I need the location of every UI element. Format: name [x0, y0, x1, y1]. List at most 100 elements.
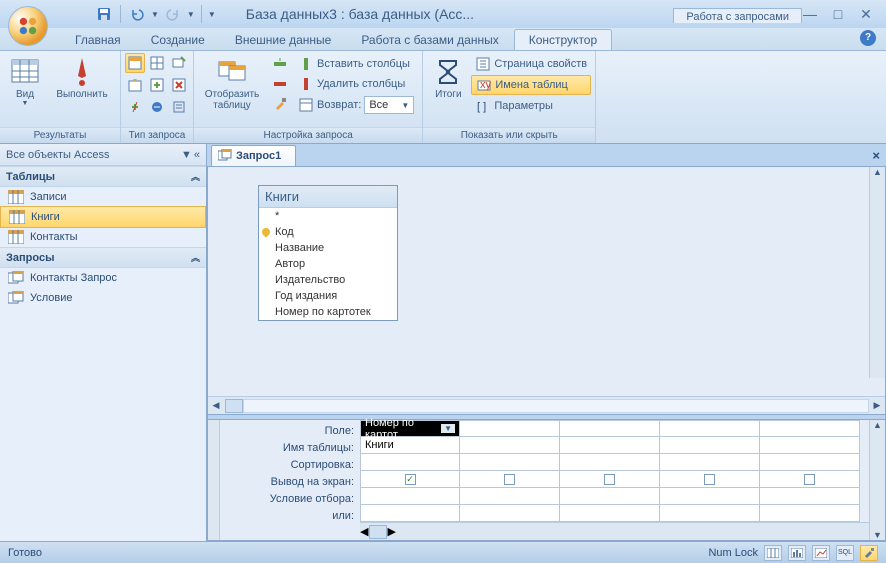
tab-external-data[interactable]: Внешние данные: [220, 29, 347, 50]
save-icon[interactable]: [94, 4, 114, 24]
grid-cell[interactable]: ✓: [360, 471, 460, 488]
table-field[interactable]: Автор: [259, 256, 397, 272]
view-chart-button[interactable]: [812, 545, 830, 561]
parameters-button[interactable]: [ ]Параметры: [471, 97, 591, 115]
table-names-button[interactable]: xyzИмена таблиц: [471, 75, 591, 95]
grid-record-selector[interactable]: [208, 420, 220, 540]
crosstab-query-icon[interactable]: [147, 53, 167, 73]
checkbox[interactable]: [704, 474, 715, 485]
help-icon[interactable]: ?: [860, 30, 876, 46]
grid-cell[interactable]: [560, 505, 660, 522]
run-button[interactable]: Выполнить: [48, 53, 116, 102]
view-datasheet-button[interactable]: [764, 545, 782, 561]
close-button[interactable]: ✕: [858, 6, 874, 23]
checkbox[interactable]: ✓: [405, 474, 416, 485]
builder-button[interactable]: [268, 95, 292, 113]
nav-item-query[interactable]: Условие: [0, 288, 206, 308]
grid-cell[interactable]: [660, 471, 760, 488]
undo-icon[interactable]: [127, 4, 147, 24]
grid-cell[interactable]: [760, 505, 860, 522]
table-field[interactable]: Издательство: [259, 272, 397, 288]
tab-database-tools[interactable]: Работа с базами данных: [346, 29, 513, 50]
grid-cell[interactable]: [460, 454, 560, 471]
horizontal-scrollbar[interactable]: ◀▶: [208, 396, 885, 414]
grid-cell[interactable]: [760, 488, 860, 505]
grid-cell[interactable]: [760, 437, 860, 454]
grid-horizontal-scrollbar[interactable]: ◀▶: [360, 522, 869, 540]
table-field[interactable]: Название: [259, 240, 397, 256]
grid-cell[interactable]: Номер по картот▼: [360, 420, 460, 437]
grid-cell[interactable]: [560, 471, 660, 488]
dropdown-icon[interactable]: ▼: [441, 424, 455, 433]
restore-button[interactable]: □: [830, 6, 846, 23]
checkbox[interactable]: [804, 474, 815, 485]
grid-cell[interactable]: Книги: [360, 437, 460, 454]
view-design-button[interactable]: [860, 545, 878, 561]
grid-cell[interactable]: [660, 454, 760, 471]
doc-close-button[interactable]: ×: [866, 148, 886, 163]
nav-item-table[interactable]: Книги: [0, 206, 206, 228]
grid-cell[interactable]: [460, 505, 560, 522]
show-table-button[interactable]: Отобразить таблицу: [198, 53, 266, 113]
delete-query-icon[interactable]: [169, 75, 189, 95]
select-query-icon[interactable]: [125, 53, 145, 73]
return-combo[interactable]: Все▼: [364, 96, 414, 114]
grid-cell[interactable]: [760, 471, 860, 488]
delete-rows-button[interactable]: [268, 75, 292, 93]
table-field[interactable]: Год издания: [259, 288, 397, 304]
passthrough-query-icon[interactable]: [147, 97, 167, 117]
table-field[interactable]: Номер по картотек: [259, 304, 397, 320]
nav-item-query[interactable]: Контакты Запрос: [0, 268, 206, 288]
view-button[interactable]: Вид ▼: [4, 53, 46, 109]
minimize-button[interactable]: —: [802, 6, 818, 23]
insert-rows-button[interactable]: [268, 55, 292, 73]
view-pivot-button[interactable]: [788, 545, 806, 561]
grid-cell[interactable]: [660, 505, 760, 522]
grid-cell[interactable]: [560, 488, 660, 505]
grid-cell[interactable]: [560, 420, 660, 437]
grid-cell[interactable]: [360, 488, 460, 505]
table-field[interactable]: *: [259, 208, 397, 224]
tab-create[interactable]: Создание: [136, 29, 220, 50]
checkbox[interactable]: [504, 474, 515, 485]
property-sheet-button[interactable]: Страница свойств: [471, 55, 591, 73]
totals-button[interactable]: Итоги: [427, 53, 469, 102]
nav-item-table[interactable]: Записи: [0, 187, 206, 207]
grid-cell[interactable]: [660, 488, 760, 505]
grid-cell[interactable]: [560, 437, 660, 454]
grid-cell[interactable]: [760, 420, 860, 437]
vertical-scrollbar[interactable]: ▲: [869, 167, 885, 378]
grid-cell[interactable]: [360, 454, 460, 471]
delete-columns-button[interactable]: Удалить столбцы: [294, 75, 418, 93]
grid-cell[interactable]: [460, 471, 560, 488]
view-sql-button[interactable]: SQL: [836, 545, 854, 561]
grid-cell[interactable]: [360, 505, 460, 522]
nav-group-tables[interactable]: Таблицы︽: [0, 166, 206, 187]
update-query-icon[interactable]: [125, 75, 145, 95]
tab-design[interactable]: Конструктор: [514, 29, 612, 50]
grid-cell[interactable]: [560, 454, 660, 471]
nav-group-queries[interactable]: Запросы︽: [0, 247, 206, 268]
grid-cell[interactable]: [660, 420, 760, 437]
grid-cell[interactable]: [460, 437, 560, 454]
data-def-query-icon[interactable]: [169, 97, 189, 117]
grid-cell[interactable]: [460, 420, 560, 437]
grid-cell[interactable]: [460, 488, 560, 505]
insert-columns-button[interactable]: Вставить столбцы: [294, 55, 418, 73]
redo-icon[interactable]: [163, 4, 183, 24]
grid-cell[interactable]: [660, 437, 760, 454]
grid-vertical-scrollbar[interactable]: ▲▼: [869, 420, 885, 540]
nav-item-table[interactable]: Контакты: [0, 227, 206, 247]
grid-cell[interactable]: [760, 454, 860, 471]
table-field-key[interactable]: Код: [259, 224, 397, 240]
append-query-icon[interactable]: [147, 75, 167, 95]
doc-tab-active[interactable]: Запрос1: [211, 145, 296, 166]
make-table-query-icon[interactable]: [169, 53, 189, 73]
table-box[interactable]: Книги * Код Название Автор Издательство …: [258, 185, 398, 321]
checkbox[interactable]: [604, 474, 615, 485]
tab-home[interactable]: Главная: [60, 29, 136, 50]
office-button[interactable]: [8, 6, 48, 46]
table-diagram-area[interactable]: Книги * Код Название Автор Издательство …: [208, 167, 885, 396]
union-query-icon[interactable]: [125, 97, 145, 117]
nav-header[interactable]: Все объекты Access ▼«: [0, 144, 206, 166]
